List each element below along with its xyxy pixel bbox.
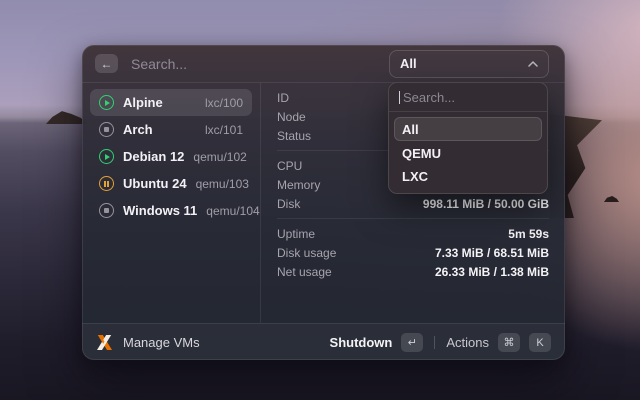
vm-id: qemu/104 (206, 204, 259, 218)
list-item[interactable]: Debian 12 qemu/102 (90, 143, 252, 170)
return-key-icon[interactable]: ↵ (401, 333, 423, 352)
text-cursor (399, 91, 400, 104)
detail-label: Net usage (277, 265, 435, 279)
wallpaper-rock (604, 196, 619, 202)
filter-option-label: QEMU (402, 146, 441, 161)
filter-popover: All QEMU LXC (388, 82, 548, 194)
header: ← All (82, 45, 565, 83)
filter-dropdown-value: All (400, 56, 417, 71)
filter-option-label: All (402, 122, 419, 137)
detail-group-divider (277, 218, 549, 219)
desktop: { "header": { "back_icon": "←", "search_… (0, 0, 640, 400)
k-key-icon[interactable]: K (529, 333, 551, 352)
launcher-window: ← All Alpine lxc/100 Arch lxc/101 (82, 45, 565, 360)
vm-list: Alpine lxc/100 Arch lxc/101 Debian 12 qe… (82, 83, 260, 323)
status-stopped-icon (99, 203, 114, 218)
detail-value: 7.33 MiB / 68.51 MiB (435, 246, 549, 260)
detail-value: 26.33 MiB / 1.38 MiB (435, 265, 549, 279)
detail-value: 998.11 MiB / 50.00 GiB (423, 197, 549, 211)
vm-id: lxc/101 (205, 123, 243, 137)
app-label: Manage VMs (123, 335, 321, 350)
vm-id: qemu/102 (193, 150, 246, 164)
filter-option-all[interactable]: All (394, 117, 542, 141)
back-button[interactable]: ← (95, 54, 118, 73)
popover-options: All QEMU LXC (389, 112, 547, 193)
popover-search-row[interactable] (389, 83, 547, 112)
footer-separator (434, 336, 435, 349)
list-item[interactable]: Windows 11 qemu/104 (90, 197, 252, 224)
vm-id: lxc/100 (205, 96, 243, 110)
detail-value: 5m 59s (508, 227, 549, 241)
filter-option-qemu[interactable]: QEMU (394, 142, 542, 165)
status-running-icon (99, 149, 114, 164)
command-key-icon[interactable]: ⌘ (498, 333, 520, 352)
detail-label: Disk (277, 197, 423, 211)
detail-label: Disk usage (277, 246, 435, 260)
list-item[interactable]: Ubuntu 24 qemu/103 (90, 170, 252, 197)
status-stopped-icon (99, 122, 114, 137)
vm-name: Alpine (123, 95, 196, 110)
popover-search-input[interactable] (401, 89, 537, 106)
list-item[interactable]: Alpine lxc/100 (90, 89, 252, 116)
detail-row: Uptime 5m 59s (277, 224, 549, 243)
status-running-icon (99, 95, 114, 110)
detail-row: Disk 998.11 MiB / 50.00 GiB (277, 194, 549, 213)
filter-dropdown-button[interactable]: All (389, 50, 549, 78)
list-item[interactable]: Arch lxc/101 (90, 116, 252, 143)
chevron-up-icon (528, 61, 538, 67)
detail-row: Disk usage 7.33 MiB / 68.51 MiB (277, 243, 549, 262)
detail-label: Uptime (277, 227, 508, 241)
search-input[interactable] (129, 55, 389, 73)
back-arrow-icon: ← (101, 58, 113, 70)
vm-name: Debian 12 (123, 149, 184, 164)
proxmox-logo-icon (96, 335, 113, 350)
vm-name: Ubuntu 24 (123, 176, 187, 191)
vm-id: qemu/103 (196, 177, 249, 191)
detail-row: Net usage 26.33 MiB / 1.38 MiB (277, 262, 549, 281)
filter-option-label: LXC (402, 169, 428, 184)
vm-name: Arch (123, 122, 196, 137)
status-paused-icon (99, 176, 114, 191)
primary-action-label[interactable]: Shutdown (330, 335, 393, 350)
actions-menu-label[interactable]: Actions (446, 335, 489, 350)
footer-bar: Manage VMs Shutdown ↵ Actions ⌘ K (82, 323, 565, 360)
vm-name: Windows 11 (123, 203, 197, 218)
filter-option-lxc[interactable]: LXC (394, 165, 542, 188)
